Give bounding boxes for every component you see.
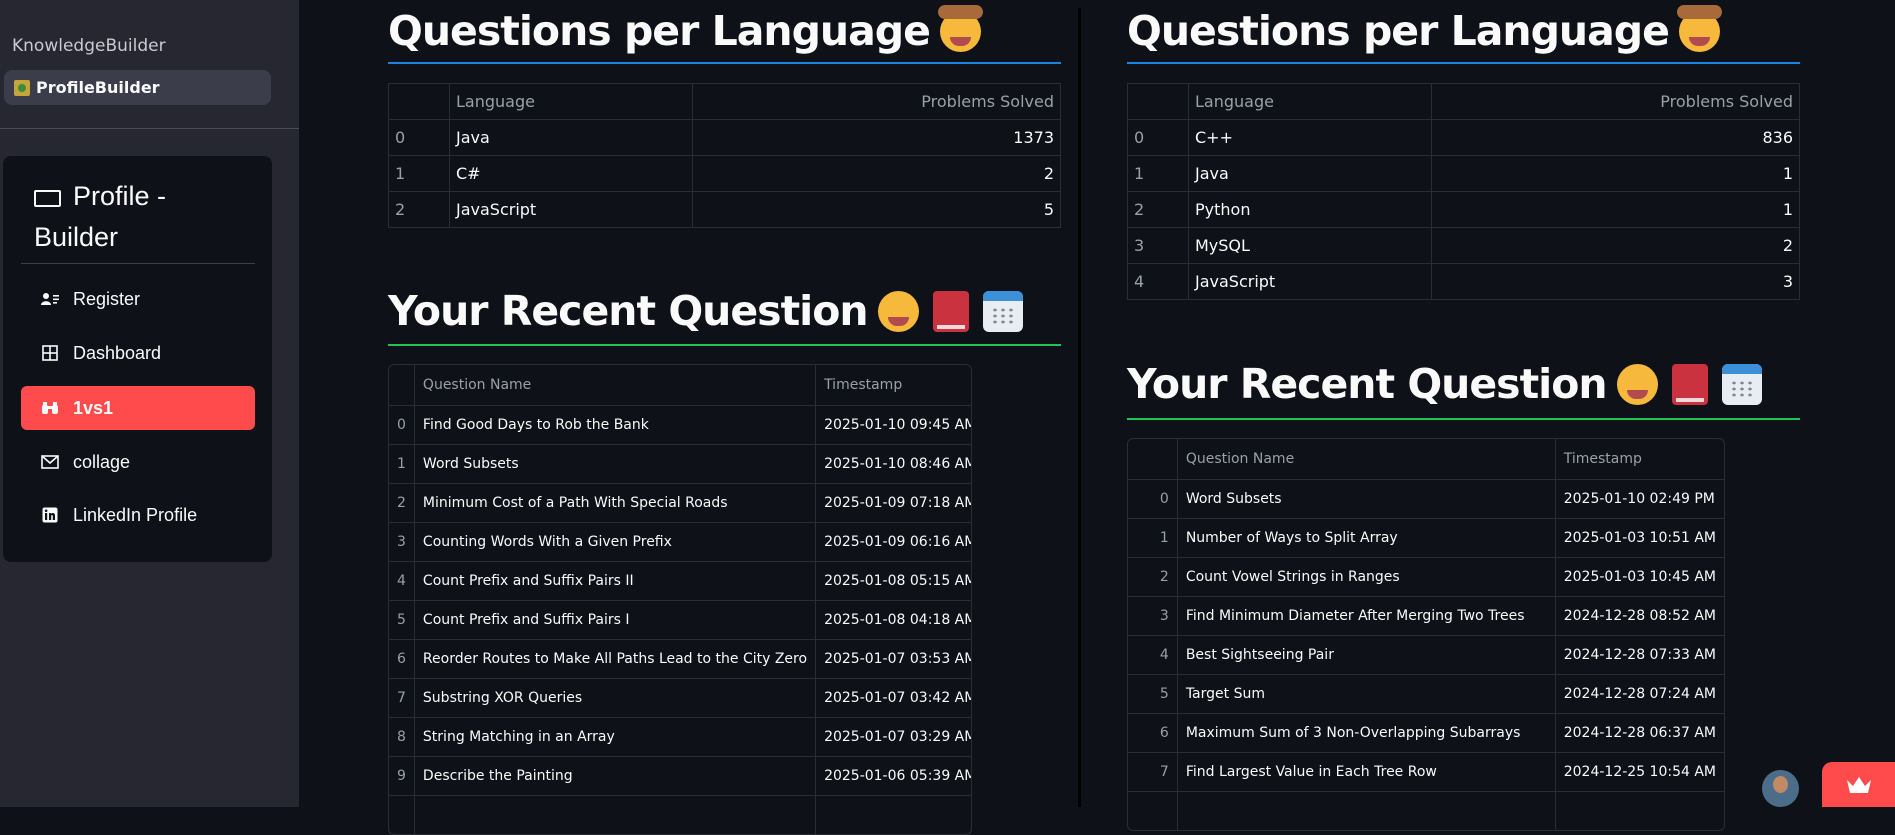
table-row[interactable]: 5 Target Sum 2024-12-28 07:24 AM xyxy=(1128,673,1724,713)
column-separator xyxy=(1078,8,1081,807)
left-lang-heading: Questions per Language xyxy=(388,4,983,56)
table-row[interactable]: 1 Word Subsets 2025-01-10 08:46 AM xyxy=(389,443,971,483)
table-row[interactable]: 0 C++ 836 xyxy=(1127,119,1800,156)
calendar-icon xyxy=(1721,363,1762,405)
table-row[interactable]: 7 Substring XOR Queries 2025-01-07 03:42 A… xyxy=(389,677,971,717)
timestamp-header[interactable]: Timestamp xyxy=(815,365,971,405)
table-row[interactable]: 8 String Matching in an Array 2025-01-07 0… xyxy=(389,716,971,756)
menu-divider xyxy=(21,263,255,264)
menu-item-label: collage xyxy=(73,451,131,472)
profile-builder-icon xyxy=(14,79,30,96)
table-row[interactable]: 2 JavaScript 5 xyxy=(388,191,1061,228)
crown-icon xyxy=(1846,776,1871,793)
solved-header[interactable]: Problems Solved xyxy=(1431,83,1800,120)
table-row[interactable]: 5 Count Prefix and Suffix Pairs I 2025-01-… xyxy=(389,599,971,639)
left-recent-heading: Your Recent Question xyxy=(388,286,1023,336)
menu-item-1vs1[interactable]: 1vs1 xyxy=(21,386,255,430)
table-row[interactable] xyxy=(389,794,971,834)
left-recent-underline xyxy=(388,344,1061,346)
tv-icon xyxy=(34,190,61,207)
linkedin-icon xyxy=(41,507,59,523)
table-row[interactable]: 2 Count Vowel Strings in Ranges 2025-01-03… xyxy=(1128,556,1724,596)
table-row[interactable]: 1 Number of Ways to Split Array 2025-01-03… xyxy=(1128,517,1724,557)
timestamp-header[interactable]: Timestamp xyxy=(1554,439,1724,479)
table-row[interactable]: 4 Best Sightseeing Pair 2024-12-28 07:33 A… xyxy=(1128,634,1724,674)
right-lang-heading: Questions per Language xyxy=(1127,4,1722,56)
table-row[interactable]: 9 Describe the Painting 2025-01-06 05:39 A… xyxy=(389,755,971,795)
smile-icon xyxy=(1616,363,1658,405)
current-page-link[interactable]: ProfileBuilder xyxy=(4,70,271,105)
register-icon xyxy=(41,291,59,307)
calendar-icon xyxy=(982,290,1023,332)
table-row[interactable]: 1 Java 1 xyxy=(1127,155,1800,192)
table-row[interactable]: 3 MySQL 2 xyxy=(1127,227,1800,264)
table-row[interactable]: 4 JavaScript 3 xyxy=(1127,263,1800,300)
index-header xyxy=(389,365,414,405)
streamlit-badge[interactable] xyxy=(1822,762,1895,807)
app-name[interactable]: KnowledgeBuilder xyxy=(12,36,166,56)
right-recent-heading: Your Recent Question xyxy=(1127,359,1762,409)
menu-item-label: LinkedIn Profile xyxy=(73,504,198,525)
right-lang-table: Language Problems Solved 0 C++ 836 1 Java 1 … xyxy=(1127,83,1800,300)
table-row[interactable]: 6 Maximum Sum of 3 Non-Overlapping Subarr… xyxy=(1128,712,1724,752)
smile-icon xyxy=(877,290,919,332)
left-recent-table: Question Name Timestamp 0 Find Good Days … xyxy=(388,364,972,835)
question-name-header[interactable]: Question Name xyxy=(1176,439,1556,479)
table-row[interactable]: 3 Find Minimum Diameter After Merging Two… xyxy=(1128,595,1724,635)
table-row[interactable] xyxy=(1128,790,1724,830)
option-menu: Profile - Builder Register Dashboard 1vs… xyxy=(3,156,272,562)
table-row[interactable]: 0 Find Good Days to Rob the Bank 2025-01-1… xyxy=(389,404,971,444)
book-icon xyxy=(1671,363,1708,405)
sidebar-divider xyxy=(0,128,299,129)
menu-item-label: Register xyxy=(73,288,141,309)
current-page-label: ProfileBuilder xyxy=(36,78,160,97)
menu-item-collage[interactable]: collage xyxy=(21,440,255,484)
index-header xyxy=(1128,439,1177,479)
table-row[interactable]: 7 Find Largest Value in Each Tree Row 2024… xyxy=(1128,751,1724,791)
table-row[interactable]: 2 Python 1 xyxy=(1127,191,1800,228)
index-header xyxy=(388,83,450,120)
question-name-header[interactable]: Question Name xyxy=(413,365,816,405)
avatar[interactable] xyxy=(1762,770,1799,807)
language-header[interactable]: Language xyxy=(449,83,693,120)
dashboard-icon xyxy=(41,345,59,361)
language-header[interactable]: Language xyxy=(1188,83,1432,120)
table-row[interactable]: 3 Counting Words With a Given Prefix 2025-… xyxy=(389,521,971,561)
envelope-icon xyxy=(41,454,59,470)
table-row[interactable]: 6 Reorder Routes to Make All Paths Lead t… xyxy=(389,638,971,678)
index-header xyxy=(1127,83,1189,120)
menu-item-linkedin[interactable]: LinkedIn Profile xyxy=(21,493,255,537)
sidebar: KnowledgeBuilder ProfileBuilder Profile … xyxy=(0,0,299,807)
menu-item-label: Dashboard xyxy=(73,342,162,363)
cowboy-face-icon xyxy=(937,4,983,52)
menu-item-dashboard[interactable]: Dashboard xyxy=(21,331,255,375)
right-recent-underline xyxy=(1127,418,1800,420)
table-row[interactable]: 2 Minimum Cost of a Path With Special Roa… xyxy=(389,482,971,522)
table-row[interactable]: 0 Word Subsets 2025-01-10 02:49 PM xyxy=(1128,478,1724,518)
menu-title: Profile - Builder xyxy=(34,181,167,252)
book-icon xyxy=(932,290,969,332)
binoculars-icon xyxy=(41,400,59,416)
right-recent-table: Question Name Timestamp 0 Word Subsets 202… xyxy=(1127,438,1725,831)
menu-item-register[interactable]: Register xyxy=(21,277,255,321)
left-lang-underline xyxy=(388,62,1061,64)
menu-item-label: 1vs1 xyxy=(73,397,114,418)
right-lang-underline xyxy=(1127,62,1800,64)
left-lang-table: Language Problems Solved 0 Java 1373 1 C# 2 … xyxy=(388,83,1061,228)
table-row[interactable]: 0 Java 1373 xyxy=(388,119,1061,156)
cowboy-face-icon xyxy=(1676,4,1722,52)
table-row[interactable]: 1 C# 2 xyxy=(388,155,1061,192)
table-row[interactable]: 4 Count Prefix and Suffix Pairs II 2025-01… xyxy=(389,560,971,600)
solved-header[interactable]: Problems Solved xyxy=(692,83,1061,120)
